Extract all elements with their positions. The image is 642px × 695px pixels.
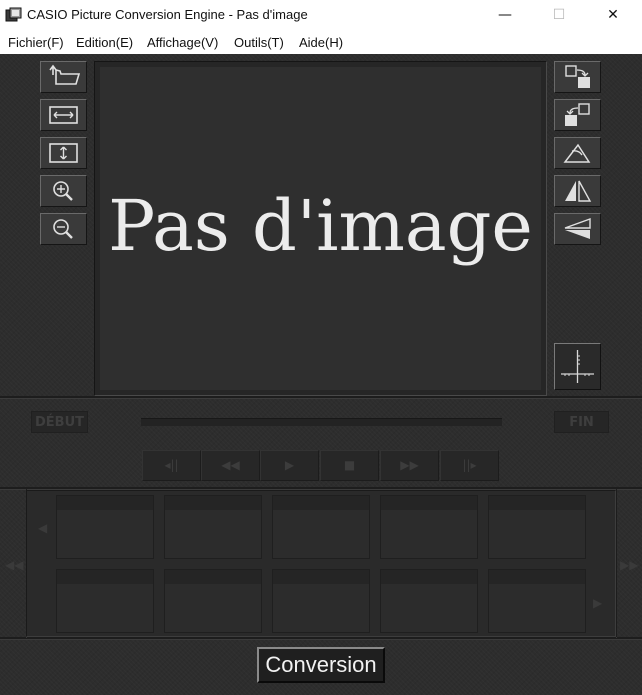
divider (616, 489, 617, 637)
crosshair-icon (561, 350, 594, 383)
rotate-left-button[interactable] (554, 99, 601, 131)
grid-guide-button[interactable] (554, 343, 601, 390)
fit-height-icon (49, 143, 78, 163)
fit-height-button[interactable] (40, 137, 87, 169)
main-panel: Pas d'image DÉBUT FIN ◂|| ◀◀ ▶ ■ ▶▶ ||▸ … (0, 54, 642, 695)
app-window: CASIO Picture Conversion Engine - Pas d'… (0, 0, 642, 695)
thumbnail-slot[interactable] (164, 569, 262, 633)
rewind-button[interactable]: ◀◀ (201, 450, 260, 481)
thumbnail-slot[interactable] (488, 495, 586, 559)
image-viewer[interactable]: Pas d'image (100, 67, 541, 390)
start-marker-button[interactable]: DÉBUT (31, 411, 88, 433)
image-viewer-frame: Pas d'image (94, 61, 547, 396)
close-button[interactable]: ✕ (590, 0, 636, 31)
conversion-button[interactable]: Conversion (257, 647, 385, 683)
menu-edition[interactable]: Edition(E) (76, 35, 133, 50)
divider (0, 637, 642, 639)
stop-button[interactable]: ■ (320, 450, 379, 481)
open-folder-button[interactable] (40, 61, 87, 93)
divider (0, 396, 642, 398)
thumbnail-slot[interactable] (272, 495, 370, 559)
menu-affichage[interactable]: Affichage(V) (147, 35, 218, 50)
angle-adjust-button[interactable] (554, 137, 601, 169)
thumbnail-slot[interactable] (272, 569, 370, 633)
thumbnail-slot[interactable] (488, 569, 586, 633)
zoom-out-button[interactable] (40, 213, 87, 245)
thumbnail-strip: ◀ ▶ (26, 490, 616, 637)
thumbnail-slot[interactable] (164, 495, 262, 559)
minimize-button[interactable]: — (482, 0, 528, 31)
no-image-placeholder: Pas d'image (108, 185, 533, 267)
thumbnails-next-button[interactable]: ▶ (593, 596, 602, 610)
casio-app-icon (5, 7, 22, 22)
end-marker-button[interactable]: FIN (554, 411, 609, 433)
flip-horizontal-icon (565, 180, 592, 202)
menu-outils[interactable]: Outils(T) (234, 35, 284, 50)
fit-width-button[interactable] (40, 99, 87, 131)
frame-back-button[interactable]: ◂|| (142, 450, 201, 481)
angle-adjust-icon (563, 143, 591, 163)
flip-vertical-button[interactable] (554, 213, 601, 245)
divider (0, 487, 642, 489)
maximize-button[interactable]: ☐ (536, 0, 582, 31)
open-folder-icon (49, 64, 81, 85)
fast-forward-button[interactable]: ▶▶ (380, 450, 439, 481)
rotate-right-button[interactable] (554, 61, 601, 93)
zoom-in-icon (53, 181, 73, 201)
thumbnails-first-button[interactable]: ◀◀ (5, 558, 23, 572)
thumbnail-slot[interactable] (56, 569, 154, 633)
flip-horizontal-button[interactable] (554, 175, 601, 207)
playback-progress-track[interactable] (141, 418, 502, 426)
flip-vertical-icon (564, 218, 591, 239)
window-title: CASIO Picture Conversion Engine - Pas d'… (27, 7, 308, 22)
thumbnails-last-button[interactable]: ▶▶ (620, 558, 638, 572)
thumbnail-slot[interactable] (380, 495, 478, 559)
menu-fichier[interactable]: Fichier(F) (8, 35, 64, 50)
thumbnails-prev-button[interactable]: ◀ (38, 521, 47, 535)
rotate-right-icon (565, 65, 590, 88)
thumbnail-slot[interactable] (56, 495, 154, 559)
rotate-left-icon (565, 103, 590, 126)
zoom-out-icon (53, 219, 73, 239)
zoom-in-button[interactable] (40, 175, 87, 207)
title-bar[interactable]: CASIO Picture Conversion Engine - Pas d'… (0, 0, 642, 31)
fit-width-icon (49, 106, 78, 124)
menu-aide[interactable]: Aide(H) (299, 35, 343, 50)
menu-bar: Fichier(F) Edition(E) Affichage(V) Outil… (0, 31, 642, 54)
frame-forward-button[interactable]: ||▸ (440, 450, 499, 481)
play-button[interactable]: ▶ (260, 450, 319, 481)
thumbnail-slot[interactable] (380, 569, 478, 633)
